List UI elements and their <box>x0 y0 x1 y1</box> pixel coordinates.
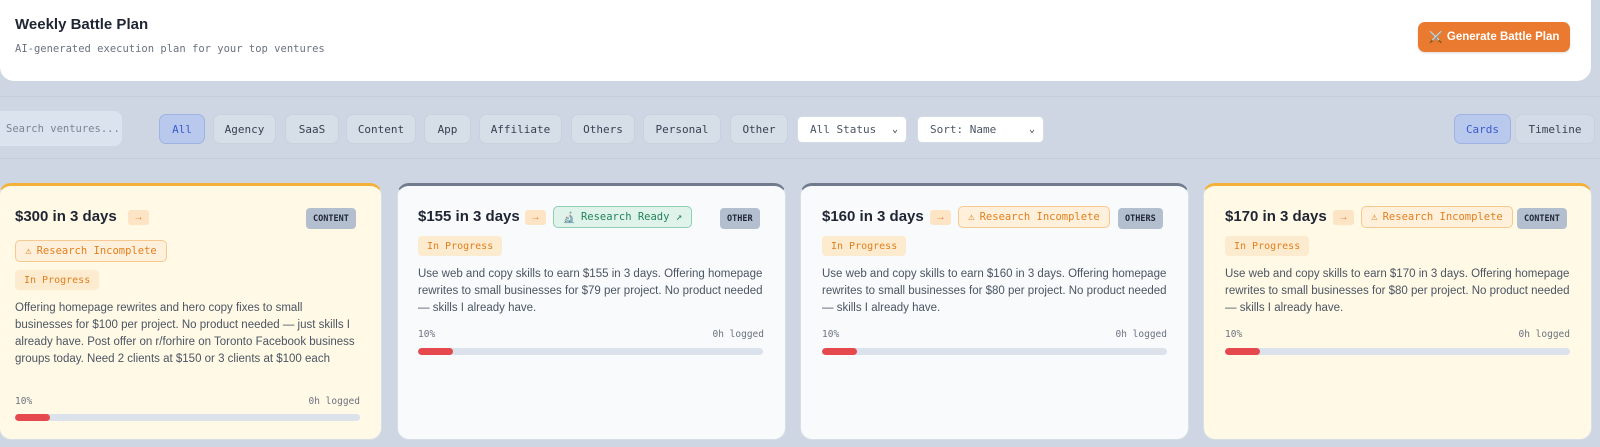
hours-logged: 0h logged <box>1115 329 1167 340</box>
venture-card[interactable]: $160 in 3 days → ⚠ Research Incomplete O… <box>800 183 1189 440</box>
page-subtitle: AI-generated execution plan for your top… <box>15 43 325 55</box>
research-status-badge[interactable]: ⚠ Research Incomplete <box>15 240 167 262</box>
venture-title: $170 in 3 days <box>1225 208 1327 225</box>
filter-chip-others[interactable]: Others <box>571 114 635 144</box>
progress-percent: 10% <box>1225 329 1243 340</box>
status-select-value: All Status <box>810 123 877 136</box>
warning-icon: ⚠ <box>25 245 32 257</box>
status-badge: In Progress <box>1225 236 1310 256</box>
page-title: Weekly Battle Plan <box>15 16 149 33</box>
venture-description: Use web and copy skills to earn $155 in … <box>418 268 763 314</box>
venture-description: Use web and copy skills to earn $160 in … <box>822 268 1167 314</box>
research-status-label: Research Incomplete <box>979 211 1100 223</box>
research-status-badge[interactable]: ⚠ Research Incomplete <box>1361 206 1513 228</box>
venture-title: $160 in 3 days <box>822 208 924 225</box>
arrow-right-icon[interactable]: → <box>1333 210 1354 225</box>
research-status-badge[interactable]: 🔬 Research Ready ↗ <box>553 206 692 228</box>
category-badge: OTHERS <box>1118 208 1163 229</box>
filter-chip-saas[interactable]: SaaS <box>285 114 339 144</box>
progress-percent: 10% <box>418 329 436 340</box>
view-toggle-cards[interactable]: Cards <box>1454 114 1511 144</box>
research-status-label: Research Incomplete <box>1382 211 1503 223</box>
hours-logged: 0h logged <box>1518 329 1570 340</box>
filter-divider-bottom <box>0 158 1600 159</box>
arrow-right-icon[interactable]: → <box>128 210 149 225</box>
progress-bar <box>1225 348 1570 355</box>
arrow-right-icon[interactable]: → <box>525 210 546 225</box>
chevron-down-icon: ⌄ <box>1028 124 1035 135</box>
research-status-label: Research Ready ↗ <box>580 211 683 223</box>
research-status-badge[interactable]: ⚠ Research Incomplete <box>958 206 1110 228</box>
sort-select-value: Sort: Name <box>930 123 997 136</box>
status-badge: In Progress <box>822 236 907 256</box>
category-badge: OTHER <box>720 208 760 229</box>
venture-card[interactable]: $300 in 3 days → CONTENT ⚠ Research Inco… <box>0 183 382 440</box>
view-toggle-timeline[interactable]: Timeline <box>1515 114 1595 144</box>
filter-chip-all[interactable]: All <box>159 114 205 144</box>
progress-bar-fill <box>15 414 50 421</box>
hours-logged: 0h logged <box>712 329 764 340</box>
sort-select[interactable]: Sort: Name ⌄ <box>917 116 1044 143</box>
research-status-label: Research Incomplete <box>36 245 157 257</box>
category-badge: CONTENT <box>306 208 356 229</box>
search-input[interactable]: Search ventures... <box>0 111 122 146</box>
filter-chip-content[interactable]: Content <box>346 114 416 144</box>
filter-chip-agency[interactable]: Agency <box>213 114 276 144</box>
generate-battle-plan-label: Generate Battle Plan <box>1446 31 1560 43</box>
venture-title: $300 in 3 days <box>15 208 117 225</box>
progress-bar-fill <box>1225 348 1260 355</box>
filter-chip-affiliate[interactable]: Affiliate <box>479 114 562 144</box>
filter-chip-other[interactable]: Other <box>730 114 788 144</box>
filter-divider-top <box>0 96 1600 97</box>
venture-description: Use web and copy skills to earn $170 in … <box>1225 268 1570 314</box>
status-select[interactable]: All Status ⌄ <box>797 116 907 143</box>
progress-bar-fill <box>822 348 857 355</box>
venture-description: Offering homepage rewrites and hero copy… <box>15 302 355 365</box>
category-badge: CONTENT <box>1517 208 1567 229</box>
status-badge: In Progress <box>418 236 503 256</box>
progress-bar-fill <box>418 348 453 355</box>
venture-card[interactable]: $170 in 3 days → ⚠ Research Incomplete C… <box>1203 183 1592 440</box>
progress-bar <box>822 348 1167 355</box>
chevron-down-icon: ⌄ <box>891 124 898 135</box>
hours-logged: 0h logged <box>308 396 360 407</box>
arrow-right-icon[interactable]: → <box>930 210 951 225</box>
filter-chip-personal[interactable]: Personal <box>643 114 721 144</box>
progress-percent: 10% <box>822 329 840 340</box>
progress-bar <box>15 414 360 421</box>
venture-card[interactable]: $155 in 3 days → 🔬 Research Ready ↗ OTHE… <box>397 183 786 440</box>
page-header: Weekly Battle Plan AI-generated executio… <box>0 0 1591 81</box>
warning-icon: ⚠ <box>968 211 975 223</box>
filter-chip-app[interactable]: App <box>424 114 471 144</box>
microscope-icon: 🔬 <box>562 211 576 224</box>
progress-percent: 10% <box>15 396 33 407</box>
generate-battle-plan-button[interactable]: ⚔️ Generate Battle Plan <box>1418 22 1570 52</box>
warning-icon: ⚠ <box>1371 211 1378 223</box>
venture-title: $155 in 3 days <box>418 208 520 225</box>
progress-bar <box>418 348 763 355</box>
swords-icon: ⚔️ <box>1428 32 1443 44</box>
status-badge: In Progress <box>15 270 100 290</box>
